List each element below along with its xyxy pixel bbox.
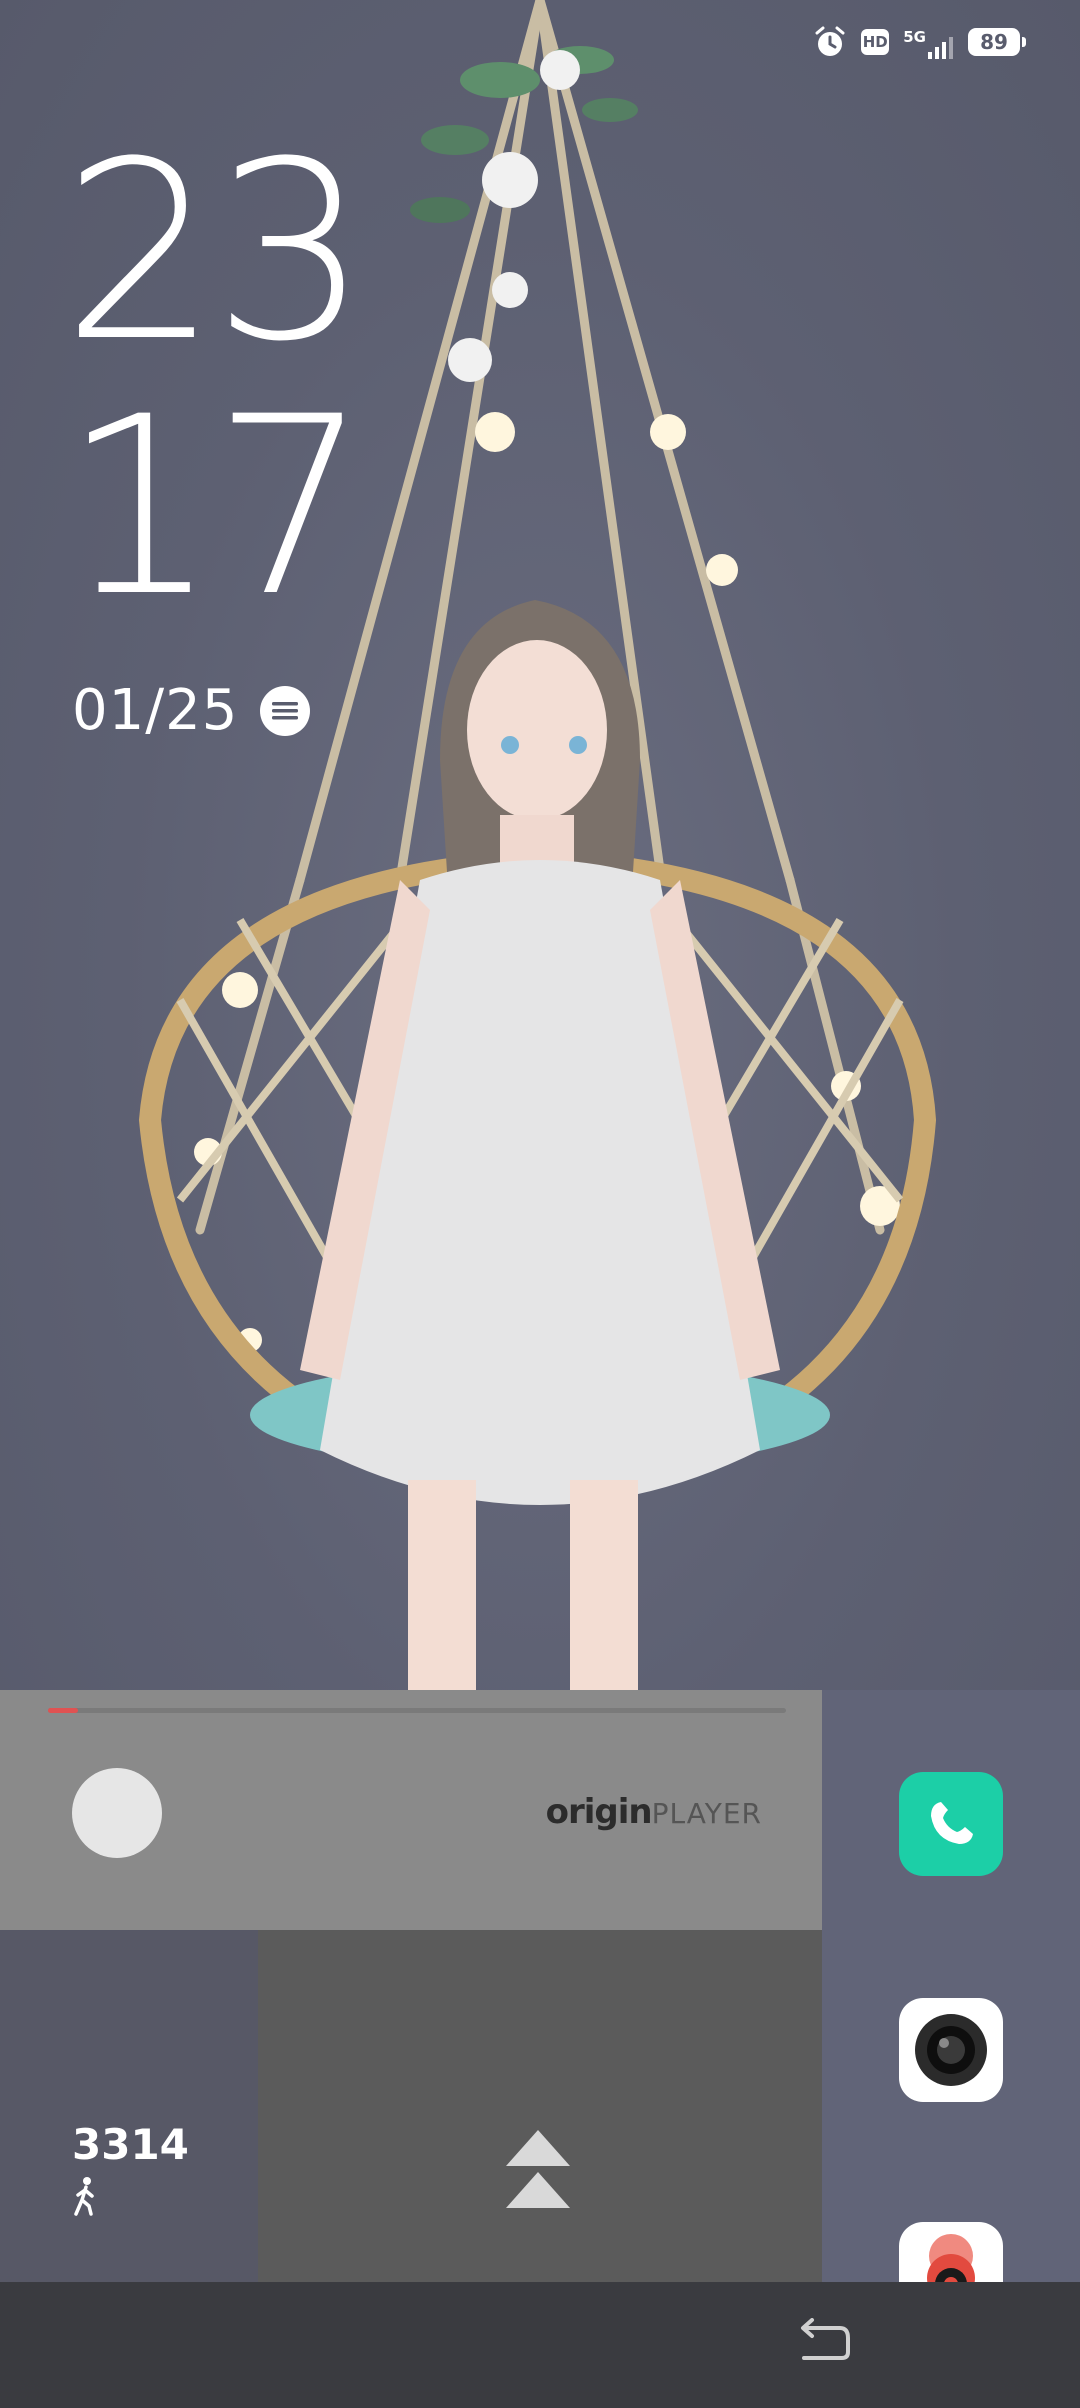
clock-minutes: 17: [62, 365, 369, 651]
step-count: 3314: [72, 2120, 189, 2169]
menu-lines-icon: [272, 701, 299, 719]
step-counter-widget[interactable]: 3314: [0, 1930, 258, 2290]
walking-person-icon: [74, 2177, 94, 2216]
album-art-play-button[interactable]: [72, 1768, 162, 1858]
logo-player-text: PLAYER: [651, 1797, 762, 1830]
clock-hours: 23: [62, 110, 369, 396]
phone-app-button[interactable]: [899, 1772, 1003, 1876]
camera-app-button[interactable]: [899, 1998, 1003, 2102]
app-dock: [822, 1690, 1080, 2326]
playback-progress-track[interactable]: [48, 1708, 786, 1713]
alarm-icon: [815, 26, 845, 56]
double-chevron-up-icon: [506, 2130, 570, 2208]
status-bar: HD 5G 89: [813, 22, 1026, 62]
date-label: 01/25: [72, 678, 239, 743]
navigation-bar: [0, 2282, 1080, 2408]
menu-icon[interactable]: [260, 685, 311, 736]
logo-origin-text: origin: [545, 1792, 653, 1832]
date-row: 01/25: [72, 678, 311, 743]
network-type-label: 5G: [903, 28, 926, 46]
battery-indicator: 89: [968, 28, 1026, 56]
camera-icon: [915, 2014, 987, 2086]
lock-screen: HD 5G 89 23 17 01/25 originPLAYER 3314: [0, 0, 1080, 2408]
swipe-up-widget[interactable]: [258, 1930, 822, 2290]
cellular-signal: 5G: [903, 25, 954, 59]
music-player-widget[interactable]: originPLAYER: [0, 1690, 822, 1930]
playback-progress-fill: [48, 1708, 78, 1713]
origin-player-logo: originPLAYER: [546, 1792, 762, 1832]
hd-voice-badge: HD: [861, 29, 890, 55]
signal-bars-icon: [928, 37, 953, 59]
back-icon[interactable]: [798, 2318, 852, 2362]
phone-icon: [931, 1802, 973, 1844]
